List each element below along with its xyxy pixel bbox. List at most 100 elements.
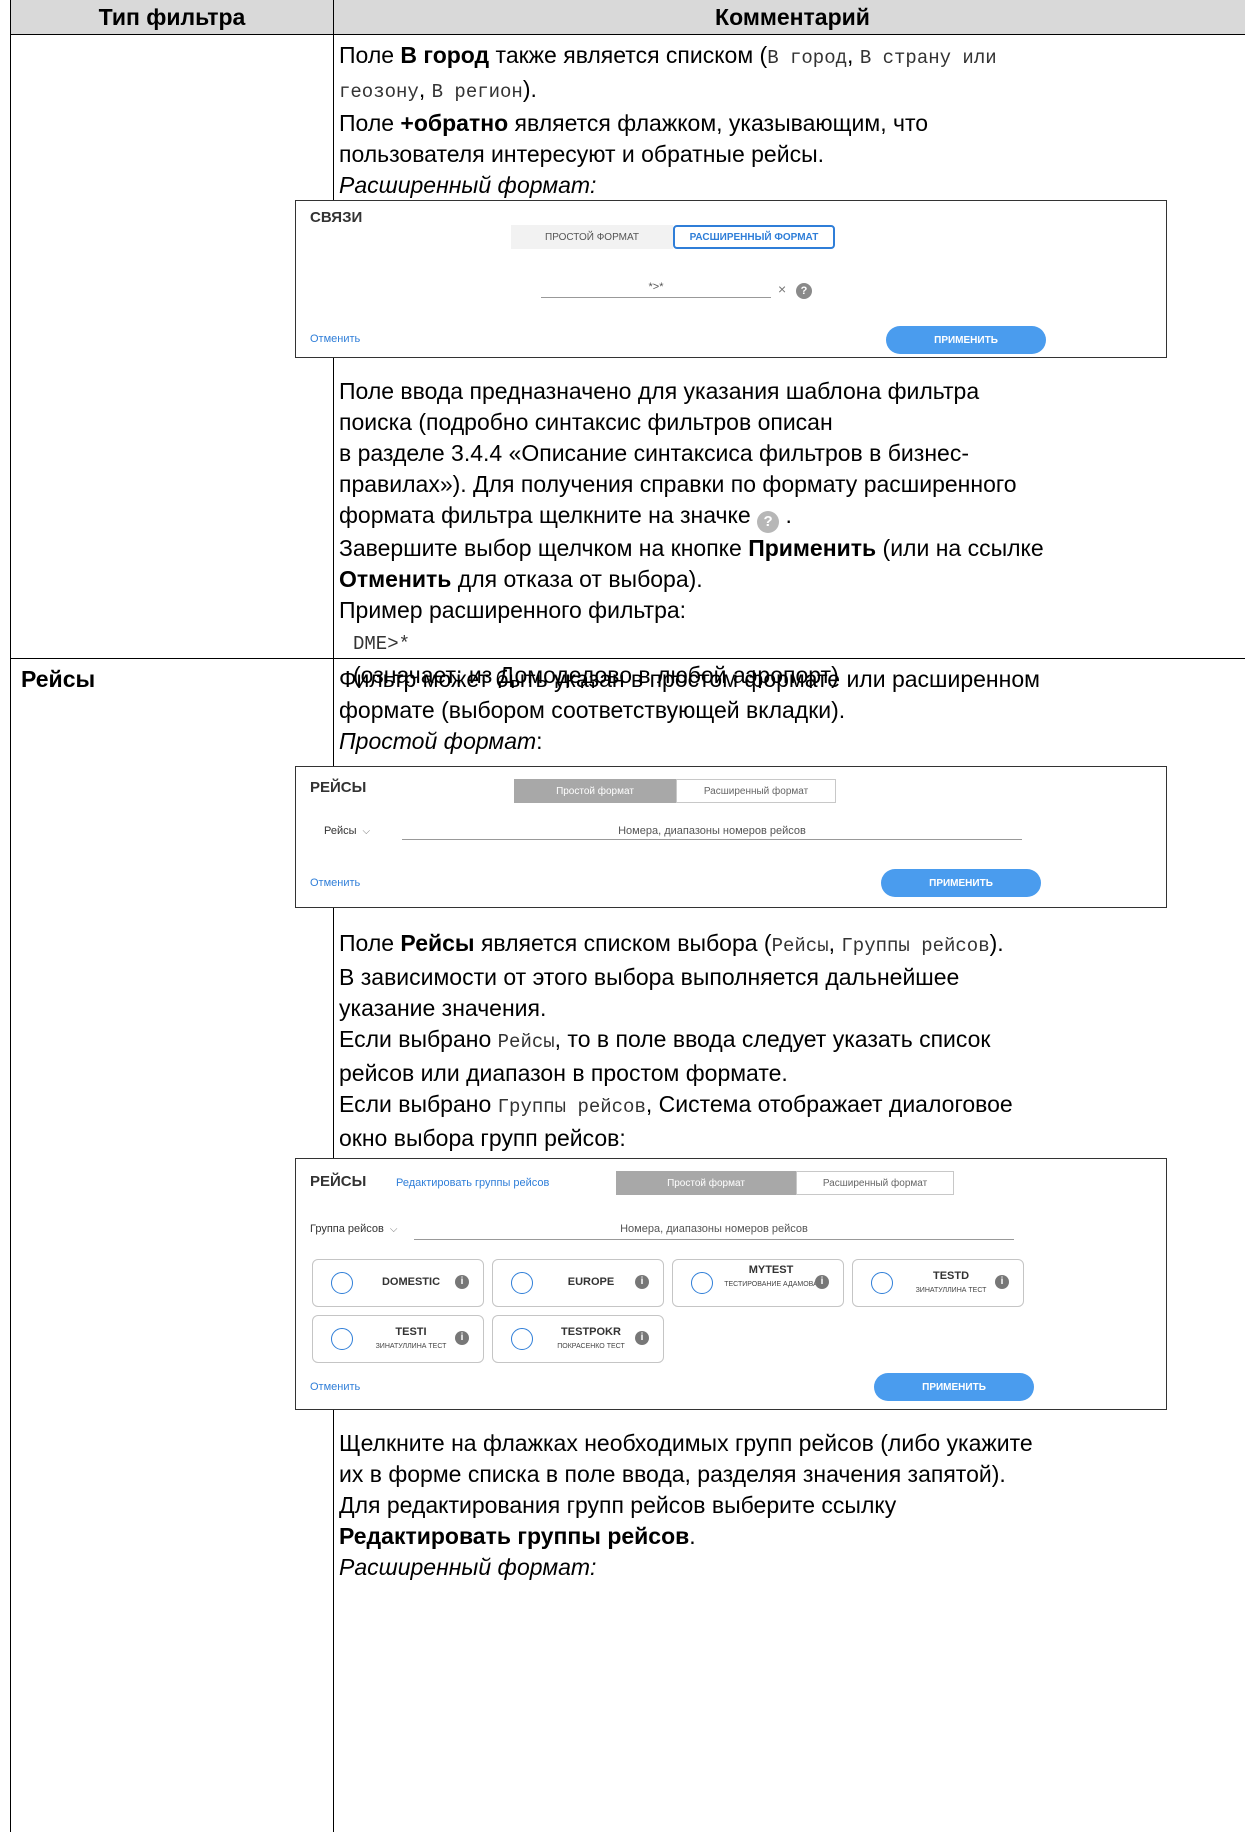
paragraph: указание значения. bbox=[339, 995, 547, 1021]
chip-name: TESTI bbox=[395, 1326, 427, 1338]
paragraph: Фильтр может быть указан в простом форма… bbox=[339, 666, 1040, 692]
tab-simple-format[interactable]: ПРОСТОЙ ФОРМАТ bbox=[511, 225, 673, 249]
chip-name: TESTD bbox=[932, 1270, 970, 1282]
paragraph: рейсов или диапазон в простом формате. bbox=[339, 1060, 788, 1086]
cancel-link[interactable]: Отменить bbox=[310, 333, 360, 345]
paragraph: пользователя интересуют и обратные рейсы… bbox=[339, 141, 824, 167]
chevron-down-icon: ⌵ bbox=[389, 1224, 398, 1235]
clear-icon[interactable]: × bbox=[778, 281, 786, 297]
paragraph: Если выбрано Рейсы, то в поле ввода след… bbox=[339, 1026, 991, 1053]
dialog-title: РЕЙСЫ bbox=[310, 1173, 367, 1190]
paragraph: Для редактирования групп рейсов выберите… bbox=[339, 1492, 897, 1518]
input-underline bbox=[414, 1239, 1014, 1240]
paragraph: В зависимости от этого выбора выполняетс… bbox=[339, 964, 960, 990]
chip-name: MYTEST bbox=[748, 1264, 794, 1276]
chip-subtitle: ТЕСТИРОВАНИЕ АДАМОВА bbox=[724, 1281, 818, 1288]
row2-filter-type: Рейсы bbox=[21, 666, 96, 692]
format-tabs: Простой формат Расширенный формат bbox=[616, 1171, 954, 1195]
paragraph: геозону, В регион). bbox=[339, 76, 537, 103]
row1-comment-bottom: Поле ввода предназначено для указания ша… bbox=[339, 376, 1245, 691]
paragraph: Отменить для отказа от выбора). bbox=[339, 566, 703, 592]
tab-extended-format[interactable]: Расширенный формат bbox=[796, 1171, 954, 1195]
apply-button[interactable]: ПРИМЕНИТЬ bbox=[881, 869, 1041, 897]
paragraph: в разделе 3.4.4 «Описание синтаксиса фил… bbox=[339, 440, 969, 466]
input-underline bbox=[402, 839, 1022, 840]
info-icon[interactable]: i bbox=[815, 1275, 829, 1289]
example-code: DME>* bbox=[353, 633, 411, 655]
paragraph: формата фильтра щелкните на значке ? . bbox=[339, 500, 1245, 533]
group-dropdown[interactable]: Группа рейсов ⌵ bbox=[310, 1223, 397, 1235]
info-icon[interactable]: i bbox=[995, 1275, 1009, 1289]
tab-simple-format[interactable]: Простой формат bbox=[514, 779, 676, 803]
chip-subtitle: ЗИНАТУЛЛИНА ТЕСТ bbox=[915, 1287, 987, 1294]
format-tabs: Простой формат Расширенный формат bbox=[514, 779, 836, 803]
flights-input[interactable]: Номера, диапазоны номеров рейсов bbox=[402, 825, 1022, 837]
info-icon[interactable]: i bbox=[635, 1275, 649, 1289]
radio-icon[interactable] bbox=[871, 1272, 893, 1294]
radio-icon[interactable] bbox=[511, 1272, 533, 1294]
flights-simple-screenshot: РЕЙСЫ Простой формат Расширенный формат … bbox=[295, 766, 1167, 908]
row2-comment-bottom: Щелкните на флажках необходимых групп ре… bbox=[339, 1428, 1245, 1583]
edit-groups-link[interactable]: Редактировать группы рейсов bbox=[396, 1177, 549, 1189]
input-underline bbox=[541, 297, 771, 298]
paragraph: формате (выбором соответствующей вкладки… bbox=[339, 697, 846, 723]
radio-icon[interactable] bbox=[331, 1328, 353, 1350]
group-chip-domestic[interactable]: DOMESTIC i bbox=[312, 1259, 484, 1307]
chip-name: DOMESTIC bbox=[381, 1276, 441, 1288]
header-filter-type: Тип фильтра bbox=[98, 4, 246, 30]
group-chip-testi[interactable]: TESTI ЗИНАТУЛЛИНА ТЕСТ i bbox=[312, 1315, 484, 1363]
group-chip-mytest[interactable]: MYTEST ТЕСТИРОВАНИЕ АДАМОВА i bbox=[672, 1259, 844, 1307]
info-icon[interactable]: i bbox=[635, 1331, 649, 1345]
paragraph: Завершите выбор щелчком на кнопке Примен… bbox=[339, 535, 1044, 561]
chevron-down-icon: ⌵ bbox=[362, 826, 371, 837]
flight-groups-screenshot: РЕЙСЫ Редактировать группы рейсов Просто… bbox=[295, 1158, 1167, 1410]
radio-icon[interactable] bbox=[511, 1328, 533, 1350]
paragraph: поиска (подробно синтаксис фильтров опис… bbox=[339, 409, 833, 435]
paragraph: Щелкните на флажках необходимых групп ре… bbox=[339, 1430, 1033, 1456]
flights-dropdown[interactable]: Рейсы ⌵ bbox=[324, 825, 370, 837]
cancel-link[interactable]: Отменить bbox=[310, 1381, 360, 1393]
paragraph: Редактировать группы рейсов. bbox=[339, 1523, 696, 1549]
info-icon[interactable]: i bbox=[455, 1275, 469, 1289]
dialog-title: РЕЙСЫ bbox=[310, 779, 367, 796]
links-filter-screenshot: СВЯЗИ ПРОСТОЙ ФОРМАТ РАСШИРЕННЫЙ ФОРМАТ … bbox=[295, 200, 1167, 358]
tab-extended-format[interactable]: Расширенный формат bbox=[676, 779, 836, 803]
tab-extended-format[interactable]: РАСШИРЕННЫЙ ФОРМАТ bbox=[673, 225, 835, 249]
radio-icon[interactable] bbox=[691, 1272, 713, 1294]
radio-icon[interactable] bbox=[331, 1272, 353, 1294]
apply-button[interactable]: ПРИМЕНИТЬ bbox=[874, 1373, 1034, 1401]
row1-comment-top: Поле В город также является списком (В г… bbox=[339, 40, 1245, 201]
dialog-title: СВЯЗИ bbox=[310, 209, 363, 226]
help-icon[interactable]: ? bbox=[796, 283, 812, 299]
paragraph: Пример расширенного фильтра: bbox=[339, 597, 687, 623]
header-comment: Комментарий bbox=[715, 4, 870, 30]
cancel-link[interactable]: Отменить bbox=[310, 877, 360, 889]
group-chip-testpokr[interactable]: TESTPOKR ПОКРАСЕНКО ТЕСТ i bbox=[492, 1315, 664, 1363]
paragraph: Поле +обратно является флажком, указываю… bbox=[339, 110, 929, 136]
subheading: Расширенный формат: bbox=[339, 172, 597, 198]
chip-subtitle: ЗИНАТУЛЛИНА ТЕСТ bbox=[375, 1343, 447, 1350]
filter-input[interactable]: *>* bbox=[541, 281, 771, 293]
flights-input[interactable]: Номера, диапазоны номеров рейсов bbox=[414, 1223, 1014, 1235]
paragraph: их в форме списка в поле ввода, разделяя… bbox=[339, 1461, 1006, 1487]
group-chip-europe[interactable]: EUROPE i bbox=[492, 1259, 664, 1307]
paragraph: Если выбрано Группы рейсов, Система отоб… bbox=[339, 1091, 1013, 1118]
filter-table: Тип фильтра Комментарий Поле В город так… bbox=[10, 0, 1245, 1832]
paragraph: окно выбора групп рейсов: bbox=[339, 1125, 626, 1151]
info-icon[interactable]: i bbox=[455, 1331, 469, 1345]
paragraph: Поле Рейсы является списком выбора (Рейс… bbox=[339, 930, 1004, 957]
paragraph: Поле ввода предназначено для указания ша… bbox=[339, 378, 980, 404]
chip-subtitle: ПОКРАСЕНКО ТЕСТ bbox=[557, 1343, 625, 1350]
apply-button[interactable]: ПРИМЕНИТЬ bbox=[886, 326, 1046, 354]
group-chip-testd[interactable]: TESTD ЗИНАТУЛЛИНА ТЕСТ i bbox=[852, 1259, 1024, 1307]
chip-name: TESTPOKR bbox=[561, 1326, 621, 1338]
subheading: Расширенный формат: bbox=[339, 1554, 597, 1580]
row2-comment-top: Фильтр может быть указан в простом форма… bbox=[339, 664, 1245, 757]
tab-simple-format[interactable]: Простой формат bbox=[616, 1171, 796, 1195]
subheading: Простой формат: bbox=[339, 728, 543, 754]
paragraph: Поле В город также является списком (В г… bbox=[339, 42, 997, 69]
chip-name: EUROPE bbox=[567, 1276, 615, 1288]
header-cell-comment: Комментарий bbox=[334, 0, 1245, 35]
format-tabs: ПРОСТОЙ ФОРМАТ РАСШИРЕННЫЙ ФОРМАТ bbox=[511, 225, 835, 249]
row2-comment-middle: Поле Рейсы является списком выбора (Рейс… bbox=[339, 928, 1245, 1154]
